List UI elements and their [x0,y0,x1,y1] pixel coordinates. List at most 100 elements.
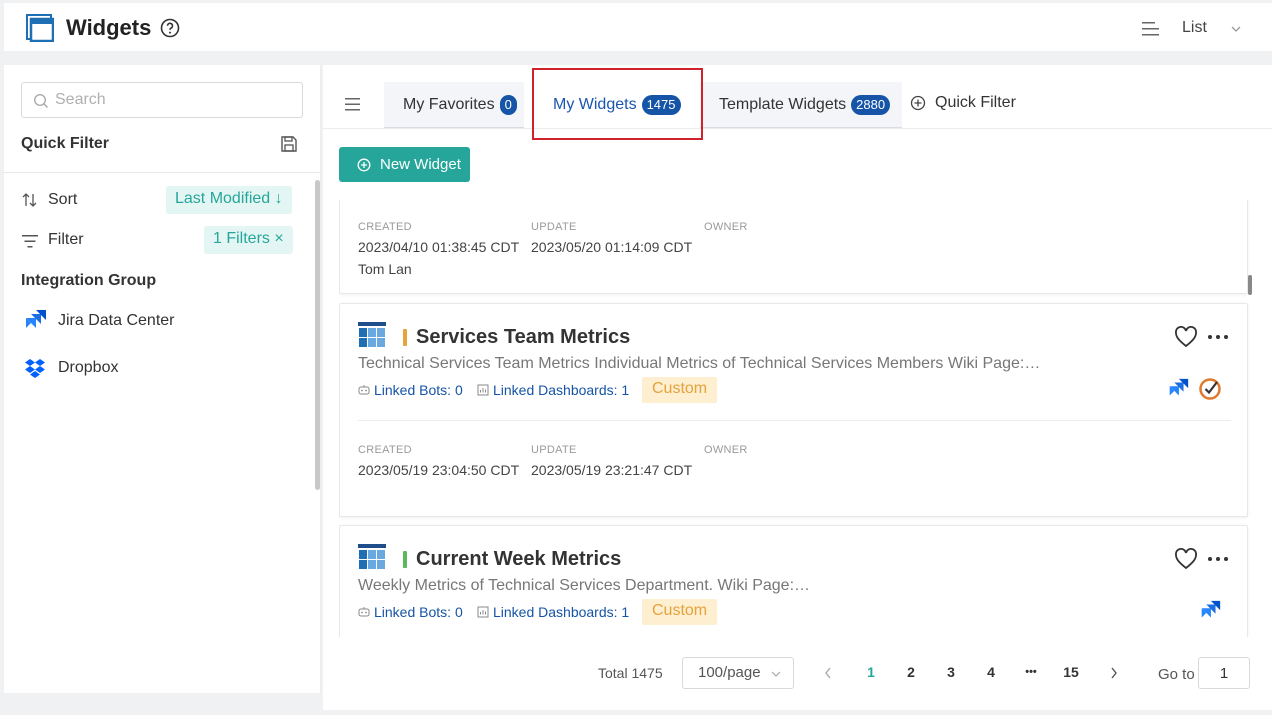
more-options-icon[interactable] [1207,556,1229,562]
widget-title[interactable]: Services Team Metrics [416,326,630,349]
tab-my-favorites[interactable]: My Favorites 0 [384,82,524,128]
jira-icon [1201,600,1221,618]
owner-label: OWNER [704,444,748,456]
owner-value: Tom Lan [358,261,412,277]
page-4[interactable]: 4 [979,664,1003,680]
bot-icon [358,385,370,395]
main-panel: My Favorites 0 My Widgets 1475 Template … [323,65,1272,710]
search-box[interactable] [21,82,303,118]
page-size-value: 100/page [698,664,761,681]
tabs-divider [323,128,1272,129]
add-circle-icon [357,158,371,171]
save-icon[interactable] [280,135,298,153]
integration-label: Jira Data Center [58,312,175,329]
table-widget-icon [358,322,386,348]
quick-filter-title: Quick Filter [21,135,110,152]
integration-item-jira[interactable]: Jira Data Center [22,308,175,334]
created-value: 2023/05/19 23:04:50 CDT [358,462,520,478]
list-view-icon[interactable] [1142,21,1160,37]
list-scrollbar[interactable] [1248,275,1252,295]
search-input[interactable] [55,89,295,111]
page-title: Widgets [66,15,152,40]
menu-icon[interactable] [344,96,362,112]
dropbox-icon [25,359,45,378]
chevron-down-icon [771,671,781,677]
page-3[interactable]: 3 [939,664,963,680]
linked-dashboards-text: Linked Dashboards: 1 [493,382,630,398]
widget-card[interactable]: CREATED UPDATE OWNER 2023/04/10 01:38:45… [339,200,1248,294]
search-icon [33,93,48,108]
created-value: 2023/04/10 01:38:45 CDT [358,239,520,255]
jira-icon [26,310,46,328]
more-options-icon[interactable] [1207,334,1229,340]
dashboard-icon [477,606,489,618]
heart-icon[interactable] [1174,326,1198,348]
widget-card[interactable]: Current Week Metrics Weekly Metrics of T… [339,525,1248,637]
dashboard-icon [477,384,489,396]
update-label: UPDATE [531,221,577,233]
widget-list: CREATED UPDATE OWNER 2023/04/10 01:38:45… [339,200,1252,637]
table-widget-icon [358,544,386,570]
chevron-down-icon[interactable] [1230,23,1242,35]
sidebar: Quick Filter Sort Last Modified ↓ Filter… [4,65,321,693]
tab-label: My Favorites [403,95,495,113]
integration-label: Dropbox [58,359,119,376]
view-mode-select[interactable]: List [1182,19,1207,37]
filter-value-pill[interactable]: 1 Filters × [204,226,293,254]
page-1[interactable]: 1 [859,664,883,680]
widget-card[interactable]: Services Team Metrics Technical Services… [339,303,1248,517]
add-circle-icon [910,95,926,111]
prev-page-icon[interactable] [823,666,833,680]
updated-value: 2023/05/20 01:14:09 CDT [531,239,693,255]
new-widget-button[interactable]: New Widget [339,147,470,182]
total-count: Total 1475 [598,665,663,681]
tab-count-badge: 2880 [851,94,891,115]
tab-highlight-box [532,68,703,140]
sort-value-pill[interactable]: Last Modified ↓ [166,186,292,214]
created-label: CREATED [358,221,412,233]
page-2[interactable]: 2 [899,664,923,680]
heart-icon[interactable] [1174,548,1198,570]
goto-label: Go to [1158,666,1195,683]
sort-icon [22,193,37,207]
linked-dashboards-link[interactable]: Linked Dashboards: 1 [477,382,629,398]
quick-filter-label: Quick Filter [935,94,1016,111]
widgets-app-icon [26,14,54,42]
widget-title[interactable]: Current Week Metrics [416,548,621,571]
page-15[interactable]: 15 [1059,664,1083,680]
tab-count-badge: 0 [499,94,517,115]
linked-dashboards-text: Linked Dashboards: 1 [493,604,630,620]
tab-label: Template Widgets [719,95,847,113]
linked-dashboards-link[interactable]: Linked Dashboards: 1 [477,604,629,620]
filter-icon [22,235,38,248]
widget-description: Weekly Metrics of Technical Services Dep… [358,577,811,594]
status-accent-bar [403,551,407,568]
status-accent-bar [403,329,407,346]
next-page-icon[interactable] [1109,666,1119,680]
sort-label: Sort [48,191,78,208]
linked-bots-link[interactable]: Linked Bots: 0 [358,604,463,620]
sidebar-scroll-track [320,65,321,693]
integration-item-dropbox[interactable]: Dropbox [22,355,118,381]
goto-page-input[interactable] [1198,657,1250,689]
page-size-select[interactable]: 100/page [682,657,794,689]
updated-value: 2023/05/19 23:21:47 CDT [531,462,693,478]
new-widget-label: New Widget [380,156,461,173]
custom-tag: Custom [642,599,718,625]
custom-tag: Custom [642,377,718,403]
tab-template-widgets[interactable]: Template Widgets 2880 [700,82,902,128]
linked-bots-text: Linked Bots: 0 [374,604,463,620]
linked-bots-link[interactable]: Linked Bots: 0 [358,382,463,398]
divider [4,172,321,173]
quick-filter-button[interactable]: Quick Filter [910,94,1016,112]
top-bar: Widgets List [4,3,1272,51]
help-icon[interactable] [160,18,180,38]
sidebar-scrollbar[interactable] [315,180,320,490]
pagination: Total 1475 100/page 1 2 3 4 ••• 15 Go to [323,650,1272,690]
widget-description: Technical Services Team Metrics Individu… [358,355,1041,372]
integration-group-title: Integration Group [21,272,157,289]
card-divider [358,420,1231,421]
page-ellipsis[interactable]: ••• [1019,666,1043,678]
jira-icon [1169,378,1189,396]
filter-label: Filter [48,231,84,248]
